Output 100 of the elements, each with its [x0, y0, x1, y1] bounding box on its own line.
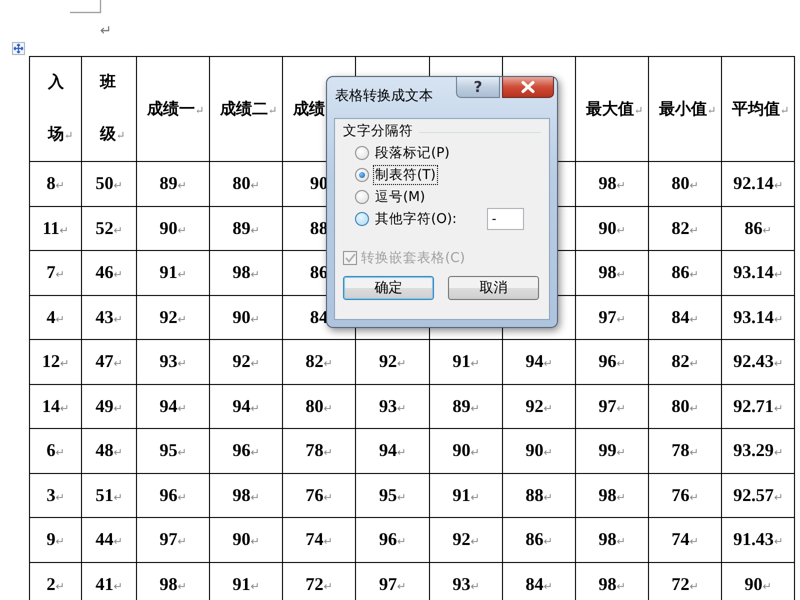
- table-cell: 95↵: [379, 484, 406, 506]
- table-cell: 96↵: [379, 529, 406, 550]
- table-cell: 84↵: [526, 574, 552, 595]
- table-cell: 90↵: [232, 529, 260, 550]
- table-cell: 93↵: [379, 396, 406, 417]
- table-cell: 86↵: [672, 262, 698, 284]
- checkmark-icon: [344, 253, 356, 263]
- table-cell: 94↵: [379, 440, 406, 462]
- table-cell: 92.14↵: [733, 173, 783, 194]
- table-cell: 99↵: [598, 440, 626, 462]
- table-cell: 93.14↵: [733, 262, 783, 284]
- radio-button[interactable]: [355, 212, 369, 226]
- table-cell: 96↵: [160, 484, 186, 506]
- table-cell: 9↵: [46, 529, 64, 550]
- paragraph-mark: ↵: [100, 23, 112, 41]
- table-cell: 97↵: [598, 306, 626, 328]
- radio-button[interactable]: [355, 190, 369, 204]
- table-cell: 41↵: [96, 574, 122, 595]
- table-cell: 74↵: [306, 529, 332, 550]
- column-header: 入场↵: [46, 71, 74, 145]
- table-cell: 98↵: [160, 574, 186, 595]
- table-cell: 46↵: [96, 262, 122, 284]
- dialog-button[interactable]: 确定: [343, 276, 434, 300]
- table-cell: 97↵: [379, 574, 406, 595]
- table-cell: 98↵: [598, 484, 626, 506]
- table-cell: 82↵: [672, 351, 698, 372]
- table-cell: 91↵: [160, 262, 186, 284]
- table-cell: 52↵: [96, 218, 122, 239]
- table-cell: 12↵: [42, 351, 69, 372]
- table-cell: 92.57↵: [733, 484, 783, 506]
- radio-option[interactable]: 段落标记(P): [355, 142, 451, 164]
- table-cell: 49↵: [96, 396, 122, 417]
- table-cell: 11↵: [42, 218, 68, 239]
- table-cell: 89↵: [160, 173, 186, 194]
- table-cell: 90↵: [598, 218, 626, 239]
- table-cell: 92↵: [232, 351, 260, 372]
- table-cell: 48↵: [96, 440, 122, 462]
- table-cell: 92↵: [526, 396, 552, 417]
- table-cell: 51↵: [96, 484, 122, 506]
- table-cell: 84↵: [672, 306, 698, 328]
- radio-button[interactable]: [355, 146, 369, 160]
- dialog-title: 表格转换成文本: [335, 87, 434, 105]
- table-cell: 14↵: [42, 396, 69, 417]
- table-cell: 93.29↵: [733, 440, 783, 462]
- dialog-button[interactable]: 取消: [448, 276, 539, 300]
- table-cell: 94↵: [526, 351, 552, 372]
- table-cell: 78↵: [306, 440, 332, 462]
- table-cell: 50↵: [96, 173, 122, 194]
- move-handle-icon[interactable]: [12, 42, 25, 55]
- table-cell: 97↵: [598, 396, 626, 417]
- table-cell: 94↵: [232, 396, 260, 417]
- table-cell: 82↵: [672, 218, 698, 239]
- column-header: 最小值↵: [659, 98, 716, 120]
- table-cell: 47↵: [96, 351, 122, 372]
- radio-option[interactable]: 制表符(T): [355, 164, 437, 186]
- table-cell: 78↵: [672, 440, 698, 462]
- table-cell: 86↵: [744, 218, 772, 239]
- table-cell: 91↵: [232, 574, 260, 595]
- column-header: 最大值↵: [586, 98, 644, 120]
- table-cell: 98↵: [232, 262, 260, 284]
- help-button[interactable]: ?: [456, 77, 500, 98]
- table-cell: 89↵: [232, 218, 260, 239]
- table-cell: 2↵: [46, 574, 64, 595]
- table-cell: 92↵: [160, 306, 186, 328]
- table-cell: 88↵: [526, 484, 552, 506]
- radio-option[interactable]: 其他字符(O):: [355, 208, 458, 230]
- table-cell: 98↵: [232, 484, 260, 506]
- radio-button[interactable]: [355, 168, 369, 182]
- table-cell: 95↵: [160, 440, 186, 462]
- table-cell: 98↵: [598, 262, 626, 284]
- table-cell: 72↵: [672, 574, 698, 595]
- page-corner-mark: [70, 0, 102, 14]
- table-cell: 91↵: [452, 484, 480, 506]
- table-cell: 92.71↵: [733, 396, 783, 417]
- column-header: 成绩: [293, 98, 325, 120]
- table-cell: 43↵: [96, 306, 122, 328]
- table-cell: 76↵: [672, 484, 698, 506]
- table-cell: 80↵: [672, 396, 698, 417]
- table-cell: 82↵: [306, 351, 332, 372]
- table-cell: 89↵: [452, 396, 480, 417]
- separator-input[interactable]: -: [486, 208, 524, 230]
- table-cell: 91↵: [452, 351, 480, 372]
- table-cell: 96↵: [232, 440, 260, 462]
- table-cell: 80↵: [672, 173, 698, 194]
- column-header: 成绩二↵: [220, 98, 278, 120]
- column-header: 平均值↵: [732, 98, 790, 120]
- radio-option[interactable]: 逗号(M): [355, 186, 426, 208]
- column-header: 成绩一↵: [147, 98, 204, 120]
- table-cell: 90↵: [452, 440, 480, 462]
- close-button[interactable]: [502, 77, 554, 98]
- table-cell: 72↵: [306, 574, 332, 595]
- table-cell: 6↵: [46, 440, 64, 462]
- table-cell: 44↵: [96, 529, 122, 550]
- table-cell: 98↵: [598, 574, 626, 595]
- table-cell: 97↵: [160, 529, 186, 550]
- table-cell: 74↵: [672, 529, 698, 550]
- table-cell: 98↵: [598, 529, 626, 550]
- column-header: 班级↵: [98, 71, 126, 145]
- table-cell: 90↵: [232, 306, 260, 328]
- table-cell: 90↵: [744, 574, 772, 595]
